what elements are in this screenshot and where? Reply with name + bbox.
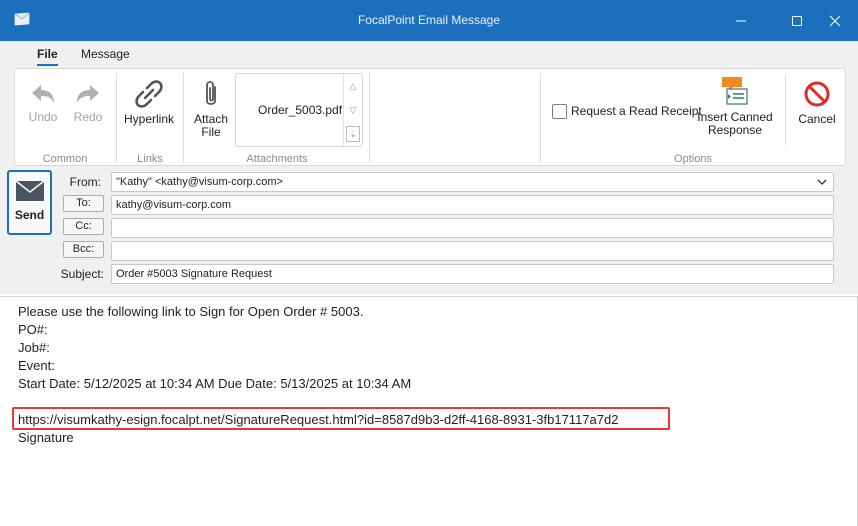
redo-label: Redo bbox=[73, 110, 103, 124]
insert-canned-response-button[interactable]: Insert Canned Response bbox=[697, 75, 773, 137]
undo-icon bbox=[32, 85, 54, 103]
group-separator bbox=[183, 73, 184, 163]
tab-message[interactable]: Message bbox=[81, 47, 130, 61]
to-button[interactable]: To: bbox=[63, 195, 104, 212]
hyperlink-chain-icon bbox=[135, 80, 163, 108]
attach-file-button[interactable]: Attach File bbox=[190, 79, 232, 139]
link-highlight-box bbox=[12, 407, 670, 430]
group-separator bbox=[785, 75, 786, 145]
from-field[interactable]: "Kathy" <kathy@visum-corp.com> bbox=[111, 172, 834, 192]
close-button[interactable] bbox=[812, 0, 858, 41]
common-group-label: Common bbox=[42, 153, 88, 165]
hyperlink-button[interactable]: Hyperlink bbox=[123, 79, 175, 126]
body-line: Job#: bbox=[18, 340, 50, 355]
group-separator bbox=[369, 73, 370, 163]
minimize-icon bbox=[736, 20, 746, 21]
undo-label: Undo bbox=[28, 110, 58, 124]
redo-button[interactable]: Redo bbox=[70, 81, 106, 124]
from-value: "Kathy" <kathy@visum-corp.com> bbox=[116, 176, 283, 188]
title-bar: FocalPoint Email Message bbox=[0, 0, 858, 41]
scroll-down-icon[interactable]: ▽ bbox=[344, 98, 362, 122]
maximize-icon bbox=[792, 15, 802, 26]
canned-response-label-line2: Response bbox=[707, 123, 763, 137]
body-line: Please use the following link to Sign fo… bbox=[18, 304, 364, 319]
group-separator bbox=[540, 73, 541, 163]
tab-file[interactable]: File bbox=[37, 47, 58, 66]
body-line: Signature bbox=[18, 430, 74, 445]
hyperlink-label: Hyperlink bbox=[123, 112, 174, 126]
chevron-down-icon[interactable] bbox=[817, 178, 827, 186]
read-receipt-label[interactable]: Request a Read Receipt bbox=[571, 104, 702, 118]
minimize-button[interactable] bbox=[718, 0, 764, 41]
group-separator bbox=[116, 73, 117, 163]
paperclip-icon bbox=[206, 81, 216, 105]
body-line: Start Date: 5/12/2025 at 10:34 AM Due Da… bbox=[18, 376, 412, 391]
menu-bar: File Message bbox=[0, 41, 858, 66]
send-label: Send bbox=[14, 208, 45, 222]
undo-button[interactable]: Undo bbox=[25, 81, 61, 124]
canned-response-icon bbox=[722, 77, 748, 105]
from-label: From: bbox=[69, 175, 101, 189]
canned-response-label-line1: Insert Canned bbox=[697, 110, 773, 124]
attachments-scrollbar[interactable]: △ ▽ ⇣ bbox=[343, 74, 362, 146]
bcc-button[interactable]: Bcc: bbox=[63, 241, 104, 258]
close-icon bbox=[829, 15, 841, 26]
subject-field[interactable]: Order #5003 Signature Request bbox=[111, 264, 834, 284]
expand-gallery-icon[interactable]: ⇣ bbox=[346, 126, 360, 142]
cc-button[interactable]: Cc: bbox=[63, 218, 104, 235]
attachments-group-label: Attachments bbox=[246, 153, 308, 165]
attach-file-label-line2: File bbox=[201, 125, 221, 139]
bcc-field[interactable] bbox=[111, 241, 834, 261]
cancel-icon bbox=[804, 81, 830, 107]
to-field[interactable]: kathy@visum-corp.com bbox=[111, 195, 834, 215]
body-line: PO#: bbox=[18, 322, 48, 337]
read-receipt-checkbox[interactable] bbox=[552, 104, 567, 119]
cc-field[interactable] bbox=[111, 218, 834, 238]
attachment-item[interactable]: Order_5003.pdf bbox=[258, 103, 342, 117]
envelope-icon bbox=[15, 180, 44, 201]
redo-icon bbox=[77, 85, 99, 103]
ribbon: Undo Redo Common Hyperlink Links Attach … bbox=[14, 68, 846, 166]
links-group-label: Links bbox=[137, 153, 163, 165]
cancel-label: Cancel bbox=[798, 112, 836, 126]
subject-label: Subject: bbox=[60, 267, 104, 281]
options-group-label: Options bbox=[674, 153, 712, 165]
scroll-up-icon[interactable]: △ bbox=[344, 74, 362, 98]
cancel-button[interactable]: Cancel bbox=[795, 79, 839, 126]
send-button[interactable]: Send bbox=[7, 170, 52, 235]
attach-file-label-line1: Attach bbox=[193, 112, 229, 126]
attachments-list[interactable]: Order_5003.pdf △ ▽ ⇣ bbox=[235, 73, 363, 147]
body-line: Event: bbox=[18, 358, 55, 373]
